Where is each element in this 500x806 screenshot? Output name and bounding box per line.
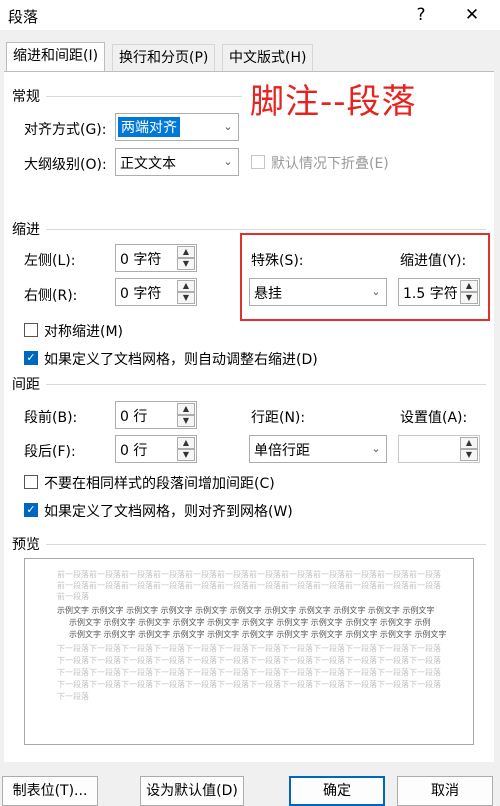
- collapse-checkbox[interactable]: [251, 155, 265, 169]
- preview-prev-line: 前一段落前一段落前一段落前一段落前一段落前一段落前一段落前一段落前一段落前一段落…: [57, 570, 441, 579]
- collapse-label: 默认情况下折叠(E): [271, 156, 389, 172]
- line-spacing-select[interactable]: 单倍行距 ⌄: [249, 435, 387, 463]
- preview-divider: [46, 544, 486, 545]
- general-section-label: 常规: [12, 89, 40, 105]
- alignment-select[interactable]: 两端对齐 ⌄: [115, 113, 239, 141]
- space-after-label: 段后(F):: [24, 444, 76, 460]
- snap-grid-checkbox[interactable]: ✓: [24, 503, 38, 517]
- auto-adjust-label: 如果定义了文档网格，则自动调整右缩进(D): [44, 352, 318, 368]
- dialog-title: 段落: [8, 8, 39, 26]
- mirror-indents-checkbox[interactable]: [24, 323, 38, 337]
- alignment-value: 两端对齐: [118, 117, 180, 137]
- space-after-value: 0 行: [120, 443, 148, 459]
- tab-indents-spacing[interactable]: 缩进和间距(I): [6, 42, 106, 72]
- preview-prev-line: 前一段落前一段落前一段落前一段落前一段落前一段落前一段落前一段落前一段落前一段落…: [57, 581, 441, 590]
- tab-line-page-breaks[interactable]: 换行和分页(P): [112, 44, 216, 71]
- close-button[interactable]: ✕: [458, 2, 486, 28]
- right-indent-spinner[interactable]: 0 字符 ▲ ▼: [115, 278, 197, 306]
- cancel-button[interactable]: 取消: [397, 776, 493, 806]
- ok-button[interactable]: 确定: [289, 776, 385, 806]
- no-space-same-style-checkbox[interactable]: [24, 475, 38, 489]
- spin-up-icon[interactable]: ▲: [177, 403, 195, 415]
- right-indent-value: 0 字符: [120, 286, 162, 302]
- space-before-value: 0 行: [120, 409, 148, 425]
- help-button[interactable]: ?: [407, 2, 435, 28]
- preview-next-line: 下一段落下一段落下一段落下一段落下一段落下一段落下一段落下一段落下一段落下一段落…: [57, 644, 441, 653]
- outline-level-label: 大纲级别(O):: [24, 157, 107, 173]
- right-indent-label: 右侧(R):: [24, 288, 78, 304]
- indent-section-label: 缩进: [12, 222, 40, 238]
- indent-divider: [46, 229, 486, 230]
- preview-next-line: 下一段落下一段落下一段落下一段落下一段落下一段落下一段落下一段落下一段落下一段落…: [57, 656, 441, 665]
- tabs-button[interactable]: 制表位(T)...: [2, 776, 98, 806]
- spin-up-icon[interactable]: ▲: [177, 246, 195, 258]
- snap-grid-label: 如果定义了文档网格，则对齐到网格(W): [44, 504, 293, 520]
- line-spacing-label: 行距(N):: [251, 410, 306, 426]
- chevron-down-icon: ⌄: [223, 120, 233, 133]
- space-before-label: 段前(B):: [24, 410, 78, 426]
- outline-level-select[interactable]: 正文文本 ⌄: [115, 148, 239, 176]
- spacing-divider: [46, 384, 486, 385]
- no-space-same-style-label: 不要在相同样式的段落间增加间距(C): [44, 476, 275, 492]
- preview-next-line: 下一段落下一段落下一段落下一段落下一段落下一段落下一段落下一段落下一段落下一段落…: [57, 668, 441, 677]
- spin-down-icon[interactable]: ▼: [177, 258, 195, 270]
- space-after-spinner[interactable]: 0 行 ▲ ▼: [115, 435, 197, 463]
- spin-down-icon[interactable]: ▼: [460, 449, 478, 461]
- spin-up-icon[interactable]: ▲: [177, 437, 195, 449]
- preview-sample-line: 示例文字 示例文字 示例文字 示例文字 示例文字 示例文字 示例文字 示例文字 …: [57, 606, 435, 615]
- spacing-section-label: 间距: [12, 377, 40, 393]
- general-divider: [46, 96, 242, 97]
- left-indent-label: 左侧(L):: [24, 253, 76, 269]
- preview-sample-line: 示例文字 示例文字 示例文字 示例文字 示例文字 示例文字 示例文字 示例文字 …: [69, 630, 447, 639]
- spin-up-icon[interactable]: ▲: [177, 280, 195, 292]
- set-default-button[interactable]: 设为默认值(D): [140, 776, 244, 806]
- left-indent-spinner[interactable]: 0 字符 ▲ ▼: [115, 244, 197, 272]
- line-spacing-value: 单倍行距: [254, 443, 310, 459]
- alignment-label: 对齐方式(G):: [24, 122, 107, 138]
- chevron-down-icon: ⌄: [371, 442, 381, 455]
- preview-box: 前一段落前一段落前一段落前一段落前一段落前一段落前一段落前一段落前一段落前一段落…: [24, 558, 474, 745]
- annotation-text: 脚注--段落: [250, 82, 417, 122]
- spin-down-icon[interactable]: ▼: [177, 415, 195, 427]
- preview-next-line: 下一段落: [57, 692, 89, 701]
- chevron-down-icon: ⌄: [223, 155, 233, 168]
- preview-next-line: 下一段落下一段落下一段落下一段落下一段落下一段落下一段落下一段落下一段落下一段落…: [57, 680, 441, 689]
- spin-down-icon[interactable]: ▼: [177, 449, 195, 461]
- spin-down-icon[interactable]: ▼: [177, 292, 195, 304]
- tab-asian-typography[interactable]: 中文版式(H): [222, 44, 314, 71]
- space-before-spinner[interactable]: 0 行 ▲ ▼: [115, 401, 197, 429]
- at-label: 设置值(A):: [400, 410, 468, 426]
- auto-adjust-checkbox[interactable]: ✓: [24, 351, 38, 365]
- preview-prev-line: 前一段落: [57, 592, 89, 601]
- highlight-box: [240, 233, 490, 321]
- mirror-indents-label: 对称缩进(M): [44, 324, 124, 340]
- preview-section-label: 预览: [12, 537, 40, 553]
- preview-sample-line: 示例文字 示例文字 示例文字 示例文字 示例文字 示例文字 示例文字 示例文字 …: [69, 618, 431, 627]
- left-indent-value: 0 字符: [120, 252, 162, 268]
- outline-level-value: 正文文本: [120, 156, 176, 172]
- spin-up-icon[interactable]: ▲: [460, 437, 478, 449]
- at-spinner[interactable]: ▲ ▼: [398, 435, 480, 463]
